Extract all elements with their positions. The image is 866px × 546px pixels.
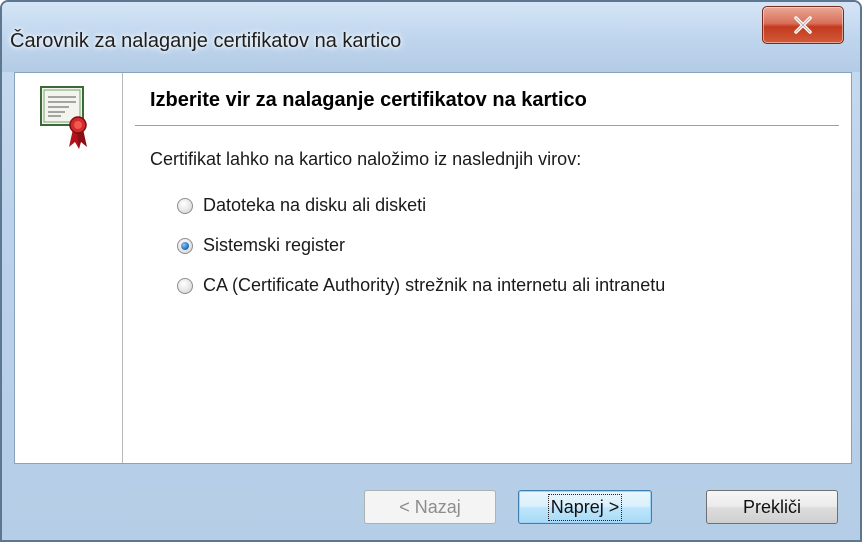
- back-button[interactable]: < Nazaj: [364, 490, 496, 524]
- back-button-label: < Nazaj: [399, 496, 461, 517]
- page-heading: Izberite vir za nalaganje certifikatov n…: [150, 89, 587, 111]
- wizard-page: Izberite vir za nalaganje certifikatov n…: [14, 72, 852, 464]
- next-button-label: Naprej >: [547, 493, 623, 521]
- heading-divider: [135, 125, 839, 126]
- cancel-button-label: Prekliči: [742, 496, 801, 517]
- option-label: CA (Certificate Authority) strežnik na i…: [203, 275, 666, 295]
- page-description: Certifikat lahko na kartico naložimo iz …: [150, 149, 582, 169]
- certificate-icon: [40, 86, 87, 149]
- button-bar: < Nazaj Naprej > Prekliči: [14, 464, 852, 538]
- option-system-registry[interactable]: Sistemski register: [177, 235, 345, 256]
- radio-button[interactable]: [177, 277, 193, 294]
- option-file-on-disk[interactable]: Datoteka na disku ali disketi: [177, 195, 426, 216]
- window-title: Čarovnik za nalaganje certifikatov na ka…: [10, 30, 402, 52]
- option-label: Sistemski register: [203, 235, 346, 255]
- option-label: Datoteka na disku ali disketi: [203, 195, 427, 215]
- wizard-window: Čarovnik za nalaganje certifikatov na ka…: [0, 0, 862, 542]
- title-bar[interactable]: Čarovnik za nalaganje certifikatov na ka…: [2, 2, 860, 72]
- next-button[interactable]: Naprej >: [518, 490, 652, 524]
- cancel-button[interactable]: Prekliči: [706, 490, 838, 524]
- icon-panel: [15, 73, 123, 463]
- radio-button[interactable]: [177, 197, 193, 214]
- option-ca-server[interactable]: CA (Certificate Authority) strežnik na i…: [177, 275, 665, 296]
- close-button[interactable]: [762, 6, 844, 44]
- close-icon: [794, 16, 812, 34]
- radio-button-selected[interactable]: [177, 237, 193, 254]
